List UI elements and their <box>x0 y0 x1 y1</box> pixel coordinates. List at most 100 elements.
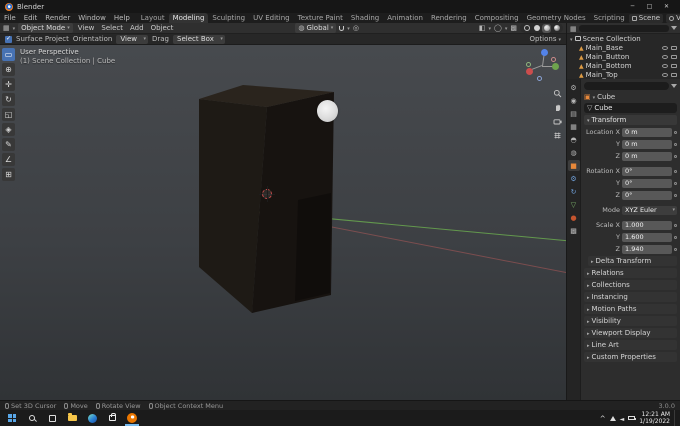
disable-render-camera-icon[interactable] <box>671 72 677 77</box>
file-explorer-button[interactable] <box>62 410 82 426</box>
toggle-xray-icon[interactable]: ▩ <box>510 24 517 32</box>
hide-viewport-eye-icon[interactable] <box>662 54 668 59</box>
tab-scene[interactable]: ◓ <box>568 134 580 145</box>
shading-material-button[interactable] <box>542 23 551 33</box>
workspace-tab-sculpting[interactable]: Sculpting <box>208 13 249 23</box>
location-y-field[interactable]: 0 m <box>622 139 672 149</box>
minimize-button[interactable] <box>624 0 641 13</box>
edge-button[interactable] <box>82 410 102 426</box>
gizmo-neg-z-axis[interactable] <box>537 76 542 81</box>
navigation-gizmo[interactable] <box>525 49 560 84</box>
transform-tool[interactable] <box>2 123 15 136</box>
rotate-tool[interactable] <box>2 93 15 106</box>
cube-object[interactable] <box>195 85 336 317</box>
gizmo-neg-y-axis[interactable] <box>526 62 531 67</box>
gizmo-x-axis[interactable] <box>526 68 533 75</box>
outliner-search-input[interactable] <box>578 24 669 32</box>
workspace-tab-texture-paint[interactable]: Texture Paint <box>294 13 347 23</box>
gizmo-y-axis[interactable] <box>552 63 559 70</box>
decorator-icon[interactable] <box>674 235 677 239</box>
annotate-tool[interactable] <box>2 138 15 151</box>
outliner-row-main-bottom[interactable]: Main_Bottom <box>567 61 680 70</box>
hide-viewport-eye-icon[interactable] <box>662 45 668 50</box>
taskbar-clock[interactable]: 12:21 AM 1/19/2022 <box>639 411 670 425</box>
network-icon[interactable] <box>609 415 616 421</box>
scene-selector[interactable]: Scene <box>628 13 664 23</box>
menu-file[interactable]: File <box>0 13 20 23</box>
panel-visibility[interactable]: Visibility <box>584 316 677 326</box>
workspace-tab-geometry-nodes[interactable]: Geometry Nodes <box>523 13 590 23</box>
properties-search-input[interactable] <box>584 82 669 90</box>
rotation-mode-dropdown[interactable]: XYZ Euler <box>622 205 677 215</box>
decorator-icon[interactable] <box>674 247 677 251</box>
workspace-tab-layout[interactable]: Layout <box>137 13 169 23</box>
measure-tool[interactable] <box>2 153 15 166</box>
scale-y-field[interactable]: 1.600 <box>622 232 672 242</box>
outliner-row-main-top[interactable]: Main_Top <box>567 70 680 79</box>
shading-rendered-button[interactable] <box>552 24 561 33</box>
snap-dropdown-icon[interactable] <box>347 24 350 32</box>
expand-icon[interactable] <box>570 35 573 43</box>
viewport-menu-add[interactable]: Add <box>128 24 146 32</box>
show-gizmo-icon[interactable]: ◧ <box>479 24 486 32</box>
viewport-menu-view[interactable]: View <box>76 24 97 32</box>
menu-edit[interactable]: Edit <box>20 13 42 23</box>
disable-render-camera-icon[interactable] <box>671 63 677 68</box>
panel-motion-paths[interactable]: Motion Paths <box>584 304 677 314</box>
surface-project-checkbox[interactable] <box>5 35 12 43</box>
panel-collections[interactable]: Collections <box>584 280 677 290</box>
disable-render-camera-icon[interactable] <box>671 45 677 50</box>
tab-world[interactable]: ◍ <box>568 147 580 158</box>
viewport-menu-select[interactable]: Select <box>99 24 125 32</box>
panel-relations[interactable]: Relations <box>584 268 677 278</box>
workspace-tab-compositing[interactable]: Compositing <box>471 13 523 23</box>
decorator-icon[interactable] <box>674 142 677 146</box>
panel-transform[interactable]: Transform <box>584 115 677 125</box>
tab-render[interactable]: ◉ <box>568 95 580 106</box>
orientation-dropdown[interactable]: View <box>116 34 148 44</box>
tab-view-layer[interactable]: ▦ <box>568 121 580 132</box>
outliner-row-scene-collection[interactable]: Scene Collection <box>567 34 680 43</box>
start-button[interactable] <box>2 410 22 426</box>
object-name-field[interactable]: Cube <box>584 103 677 113</box>
gizmo-dropdown-icon[interactable] <box>489 24 492 32</box>
scale-tool[interactable] <box>2 108 15 121</box>
tab-object[interactable]: ■ <box>567 160 580 171</box>
snap-magnet-icon[interactable] <box>339 25 345 31</box>
cursor-tool[interactable] <box>2 63 15 76</box>
hide-viewport-eye-icon[interactable] <box>662 63 668 68</box>
menu-render[interactable]: Render <box>41 13 74 23</box>
disable-render-camera-icon[interactable] <box>671 54 677 59</box>
tab-tool[interactable]: ⚙ <box>568 82 580 93</box>
store-button[interactable] <box>102 410 122 426</box>
shading-solid-button[interactable] <box>532 24 541 33</box>
gizmo-neg-x-axis[interactable] <box>551 57 556 62</box>
panel-custom-properties[interactable]: Custom Properties <box>584 352 677 362</box>
outliner-editor-icon[interactable] <box>570 24 577 33</box>
decorator-icon[interactable] <box>674 130 677 134</box>
decorator-icon[interactable] <box>674 193 677 197</box>
workspace-tab-uv-editing[interactable]: UV Editing <box>249 13 294 23</box>
scale-x-field[interactable]: 1.000 <box>622 220 672 230</box>
add-cube-tool[interactable] <box>2 168 15 181</box>
panel-instancing[interactable]: Instancing <box>584 292 677 302</box>
location-z-field[interactable]: 0 m <box>622 151 672 161</box>
viewport-menu-object[interactable]: Object <box>149 24 176 32</box>
shading-wireframe-button[interactable] <box>522 24 531 33</box>
decorator-icon[interactable] <box>674 169 677 173</box>
tab-texture[interactable]: ▩ <box>568 225 580 236</box>
decorator-icon[interactable] <box>674 223 677 227</box>
workspace-tab-shading[interactable]: Shading <box>347 13 383 23</box>
outliner-row-main-button[interactable]: Main_Button <box>567 52 680 61</box>
menu-help[interactable]: Help <box>110 13 134 23</box>
rotation-z-field[interactable]: 0° <box>622 190 672 200</box>
3d-viewport[interactable]: User Perspective (1) Scene Collection | … <box>0 45 566 400</box>
workspace-tab-scripting[interactable]: Scripting <box>590 13 629 23</box>
workspace-tab-modeling[interactable]: Modeling <box>168 13 209 23</box>
workspace-tab-rendering[interactable]: Rendering <box>427 13 471 23</box>
mode-dropdown[interactable]: Object Mode <box>18 23 73 33</box>
move-tool[interactable] <box>2 78 15 91</box>
filter-icon[interactable] <box>671 26 677 30</box>
proportional-editing-icon[interactable] <box>353 24 359 32</box>
menu-window[interactable]: Window <box>74 13 110 23</box>
